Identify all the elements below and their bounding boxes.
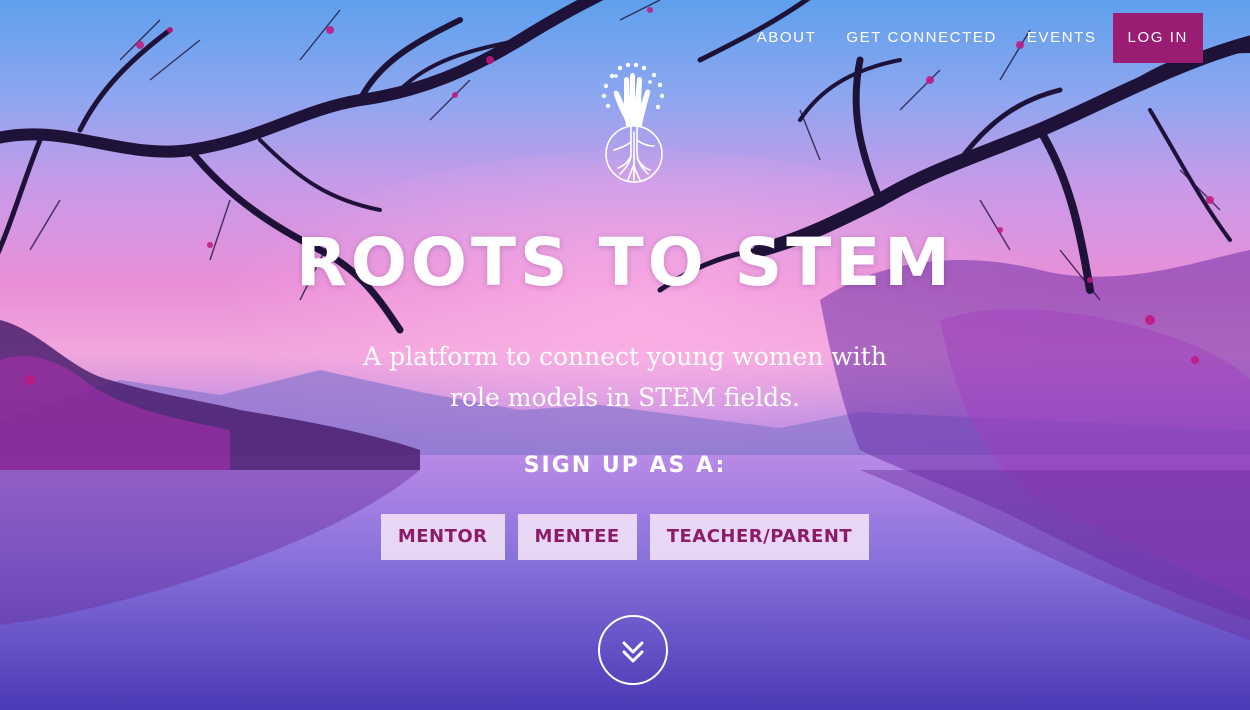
signup-heading: SIGN UP AS A: — [523, 453, 727, 478]
scroll-down-button[interactable] — [598, 615, 668, 685]
nav-item-about[interactable]: ABOUT — [742, 13, 832, 63]
mentor-signup-button[interactable]: MENTOR — [380, 514, 505, 560]
hero-subtitle-line-2: role models in STEM fields. — [450, 383, 800, 412]
hero-subtitle: A platform to connect young women with r… — [0, 336, 1250, 418]
nav-item-events[interactable]: EVENTS — [1012, 13, 1112, 63]
nav-item-get-connected[interactable]: GET CONNECTED — [831, 13, 1012, 63]
top-navigation: ABOUT GET CONNECTED EVENTS LOG IN — [742, 13, 1203, 63]
double-chevron-down-icon — [622, 641, 644, 663]
page-title: ROOTS TO STEM — [296, 224, 954, 301]
mentee-signup-button[interactable]: MENTEE — [517, 514, 637, 560]
teacher-parent-signup-button[interactable]: TEACHER/PARENT — [649, 514, 870, 560]
hero-subtitle-line-1: A platform to connect young women with — [363, 342, 887, 371]
hand-roots-logo-icon — [598, 62, 670, 186]
signup-role-buttons: MENTOR MENTEE TEACHER/PARENT — [0, 514, 1250, 560]
login-button[interactable]: LOG IN — [1112, 13, 1203, 63]
